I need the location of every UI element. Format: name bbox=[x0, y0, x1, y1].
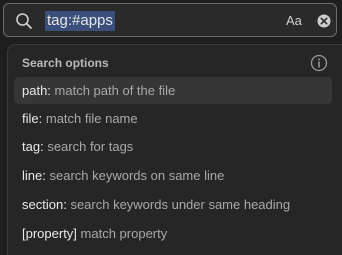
search-bar[interactable]: tag:#apps Aa bbox=[3, 3, 337, 37]
popup-title: Search options bbox=[22, 56, 109, 70]
info-icon[interactable] bbox=[310, 54, 328, 72]
clear-icon[interactable] bbox=[317, 14, 331, 28]
option-file[interactable]: file: match file name bbox=[14, 105, 332, 132]
option-key: path: bbox=[22, 83, 51, 98]
option-key: [property] bbox=[22, 226, 77, 241]
search-icon bbox=[15, 12, 33, 30]
option-description: match file name bbox=[45, 111, 138, 126]
option-description: search keywords on same line bbox=[49, 168, 225, 183]
option-key: file: bbox=[22, 111, 43, 126]
option-property[interactable]: [property] match property bbox=[14, 220, 332, 247]
search-options-popup: Search options path: match path of the f… bbox=[7, 44, 342, 255]
option-section[interactable]: section: search keywords under same head… bbox=[14, 191, 332, 218]
option-description: search keywords under same heading bbox=[70, 197, 291, 212]
option-key: line: bbox=[22, 168, 46, 183]
option-description: search for tags bbox=[47, 139, 134, 154]
option-path[interactable]: path: match path of the file bbox=[14, 77, 332, 104]
option-key: section: bbox=[22, 197, 67, 212]
option-description: match property bbox=[80, 226, 168, 241]
option-description: match path of the file bbox=[54, 83, 176, 98]
match-case-toggle[interactable]: Aa bbox=[286, 12, 302, 30]
option-line[interactable]: line: search keywords on same line bbox=[14, 162, 332, 189]
search-input[interactable]: tag:#apps bbox=[45, 11, 115, 31]
option-tag[interactable]: tag: search for tags bbox=[14, 133, 332, 160]
option-key: tag: bbox=[22, 139, 44, 154]
